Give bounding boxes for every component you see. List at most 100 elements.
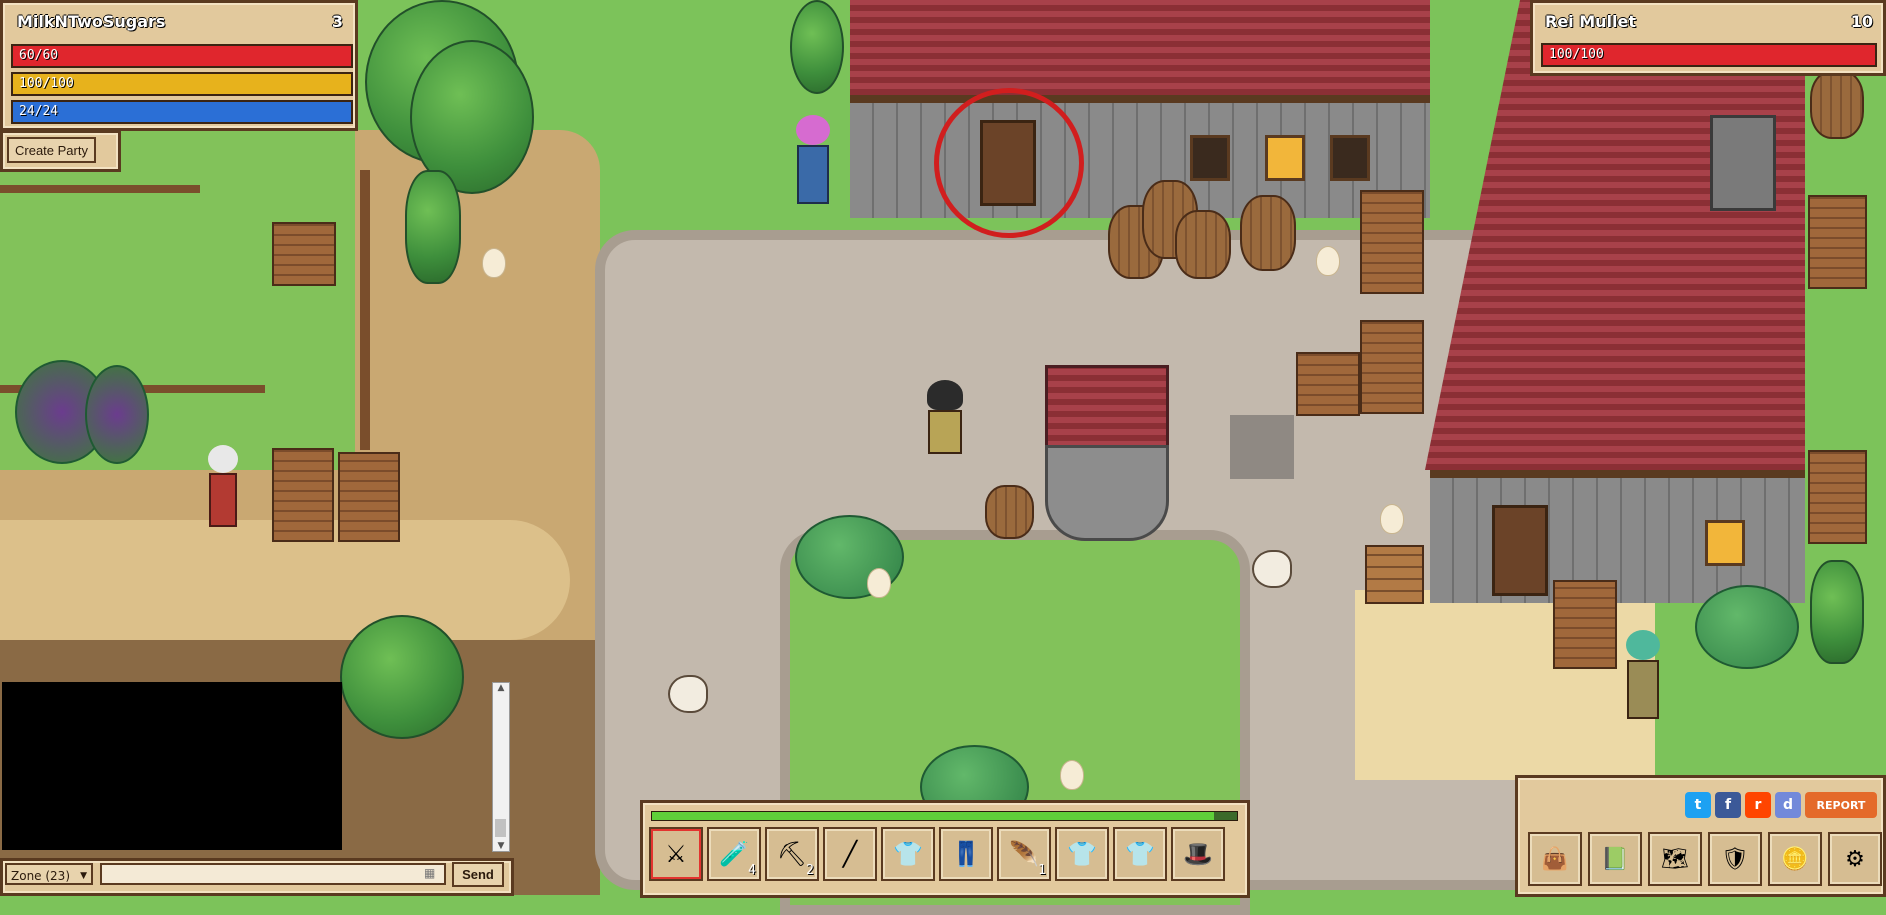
barrel: [1240, 195, 1296, 271]
social-row: t f r d REPORT: [1685, 792, 1877, 818]
target-name: Rei Mullet: [1545, 12, 1637, 31]
twitter-icon[interactable]: t: [1685, 792, 1711, 818]
hp-bar: 60/60: [13, 46, 351, 66]
potion-icon: 🧪: [719, 840, 749, 868]
xp-bar: [652, 812, 1214, 820]
inn-window: [1330, 135, 1370, 181]
quest-book-button[interactable]: 📗: [1588, 832, 1642, 886]
emoji-icon[interactable]: ▦: [424, 866, 435, 880]
player-level: 3: [331, 12, 343, 31]
npc-farmer[interactable]: [200, 445, 245, 530]
mana-text: 24/24: [19, 104, 59, 119]
bush: [1695, 585, 1799, 669]
tunic-icon: 👕: [1125, 840, 1155, 868]
chat-input[interactable]: [100, 863, 446, 885]
hotbar-slot[interactable]: 👕: [1113, 827, 1167, 881]
zone-select[interactable]: Zone (23) ▼: [5, 863, 93, 885]
egg[interactable]: [1060, 760, 1084, 790]
inn-window: [1190, 135, 1230, 181]
crate: [1360, 190, 1424, 294]
hotbar-slot[interactable]: 🪶 1: [997, 827, 1051, 881]
chimney: [1710, 115, 1776, 211]
world-map-button[interactable]: 🗺: [1648, 832, 1702, 886]
egg[interactable]: [867, 568, 891, 598]
shirt-icon: 👕: [893, 840, 923, 868]
hotbar-slot[interactable]: 👕: [881, 827, 935, 881]
mana-bar: 24/24: [13, 102, 351, 122]
crate: [1360, 320, 1424, 414]
hotbar-slot[interactable]: ⛏ 2: [765, 827, 819, 881]
target-status-panel: Rei Mullet 10 100/100: [1530, 0, 1886, 76]
create-party-button[interactable]: Create Party: [7, 137, 96, 163]
egg[interactable]: [1316, 246, 1340, 276]
slot-count: 2: [806, 863, 814, 878]
chat-scrollbar[interactable]: ▲ ▼: [492, 682, 510, 852]
reddit-icon[interactable]: r: [1745, 792, 1771, 818]
player-status-panel: MilkNTwoSugars 3 60/60 100/100 24/24: [0, 0, 358, 131]
tree: [790, 0, 844, 94]
facebook-icon[interactable]: f: [1715, 792, 1741, 818]
hotbar-slot[interactable]: ╱: [823, 827, 877, 881]
inventory-bag-button[interactable]: 👜: [1528, 832, 1582, 886]
player-character[interactable]: [915, 380, 975, 460]
grape-vine: [85, 365, 149, 464]
report-button[interactable]: REPORT: [1805, 792, 1877, 818]
hotbar-slot[interactable]: 🧪 4: [707, 827, 761, 881]
target-hp-bar: 100/100: [1543, 45, 1875, 65]
highlighted-tile[interactable]: [1230, 415, 1294, 479]
door-highlight-ring: [934, 88, 1084, 238]
tunic-icon: 👕: [1067, 840, 1097, 868]
stone-well[interactable]: [1045, 445, 1169, 541]
hotbar-slot[interactable]: 👖: [939, 827, 993, 881]
slot-count: 1: [1038, 863, 1046, 878]
hotbar-slot[interactable]: 👕: [1055, 827, 1109, 881]
gold-coins-icon: 🪙: [1781, 846, 1809, 872]
hp-bar-track: 60/60: [11, 44, 353, 68]
settings-gear-button[interactable]: ⚙: [1828, 832, 1882, 886]
party-panel: Create Party: [0, 130, 121, 172]
hat-icon: 🎩: [1183, 840, 1213, 868]
chicken[interactable]: [1252, 550, 1292, 588]
character-button[interactable]: 🛡: [1708, 832, 1762, 886]
npc-green-hair[interactable]: [1620, 630, 1665, 725]
fence: [360, 170, 370, 450]
apple-crate: [1553, 580, 1617, 669]
chicken[interactable]: [668, 675, 708, 713]
inn-roof: [850, 0, 1430, 95]
send-button[interactable]: Send: [452, 862, 504, 887]
crate: [272, 222, 336, 286]
hotbar-slot[interactable]: ⚔: [649, 827, 703, 881]
settings-gear-icon: ⚙: [1845, 846, 1865, 872]
bucket[interactable]: [985, 485, 1034, 539]
house-wall: [1430, 470, 1805, 603]
gold-coins-button[interactable]: 🪙: [1768, 832, 1822, 886]
menu-buttons: 👜 📗 🗺 🛡 🪙 ⚙: [1528, 832, 1882, 886]
well-roof: [1045, 365, 1169, 456]
inventory-bag-icon: 👜: [1541, 846, 1569, 872]
inn-window: [1265, 135, 1305, 181]
discord-icon[interactable]: d: [1775, 792, 1801, 818]
hp-text: 60/60: [19, 48, 59, 63]
barrel: [1175, 210, 1231, 279]
report-label: REPORT: [1816, 798, 1866, 812]
scroll-down-icon[interactable]: ▼: [493, 841, 509, 851]
xp-bar-track: [651, 811, 1238, 821]
hotbar-slot[interactable]: 🎩: [1171, 827, 1225, 881]
target-level: 10: [1850, 12, 1873, 31]
pine-tree: [1810, 560, 1864, 664]
egg[interactable]: [482, 248, 506, 278]
sword-icon: ⚔: [665, 840, 687, 868]
target-hp-bar-track: 100/100: [1541, 43, 1877, 67]
feather-icon: 🪶: [1009, 840, 1039, 868]
energy-bar: 100/100: [13, 74, 351, 94]
egg[interactable]: [1380, 504, 1404, 534]
scroll-up-icon[interactable]: ▲: [493, 683, 509, 693]
chat-log[interactable]: [2, 682, 342, 850]
npc-pink-hair[interactable]: [790, 115, 835, 210]
scroll-thumb[interactable]: [495, 819, 506, 837]
house-door[interactable]: [1492, 505, 1548, 596]
world-map-icon: 🗺: [1661, 846, 1689, 872]
grape-crate: [1296, 352, 1360, 416]
fence: [0, 185, 200, 193]
character-icon: 🛡: [1721, 846, 1749, 872]
